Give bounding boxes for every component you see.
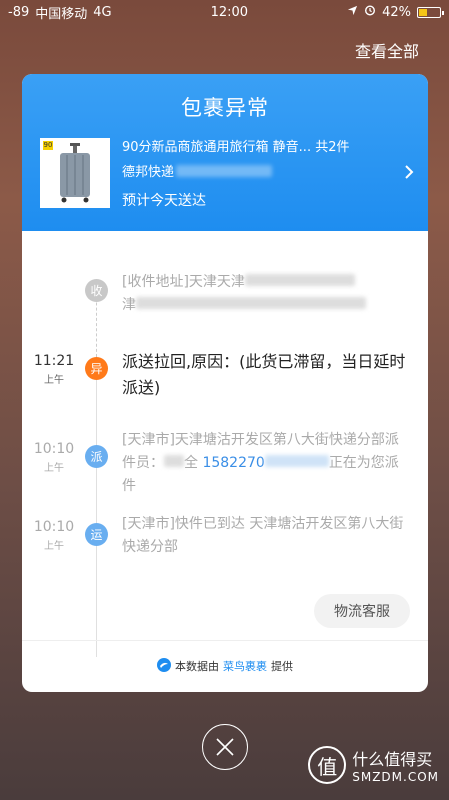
product-thumbnail: 90: [40, 138, 110, 208]
cainiao-logo-icon: [157, 657, 171, 675]
battery-icon: [416, 6, 444, 18]
footer-prefix: 本数据由: [175, 660, 219, 673]
courier-phone-link[interactable]: 1582270: [202, 455, 264, 471]
view-all-link[interactable]: 查看全部: [355, 38, 419, 62]
exception-text: 派送拉回,原因：(此货已滞留，当日延时派送): [122, 352, 406, 397]
watermark-title: 什么值得买: [352, 750, 433, 769]
tracking-number-redacted: [176, 164, 273, 177]
exception-icon: 异: [85, 357, 108, 380]
carrier-name: 中国移动: [35, 6, 88, 22]
close-icon: [216, 738, 234, 756]
close-button[interactable]: [202, 724, 248, 770]
event-ampm: 上午: [44, 375, 64, 386]
tracking-timeline: 收 [收件地址]天津天津 津 11:21 上午 异 派送拉回,原因：(此货已滞留…: [22, 231, 428, 657]
thumb-tag: 90: [43, 141, 53, 150]
logistics-service-button[interactable]: 物流客服: [314, 594, 410, 628]
event-time: 11:21: [33, 353, 75, 369]
address-text: [收件地址]天津天津 津: [122, 271, 406, 317]
signal-strength: -89: [8, 4, 30, 20]
suitcase-icon: [60, 143, 90, 203]
card-header[interactable]: 包裹异常 90 90分新品商旅通用旅行箱 静音... 共2件 德邦快递 预计今天…: [22, 74, 428, 231]
network-type: 4G: [93, 4, 112, 20]
package-exception-card: 包裹异常 90 90分新品商旅通用旅行箱 静音... 共2件 德邦快递 预计今天…: [22, 74, 428, 692]
delivering-text: [天津市]天津塘沽开发区第八大街快递分部派件员：全 1582270 正在为您派件: [122, 432, 399, 494]
data-source-footer: 本数据由 菜鸟裹裹 提供: [22, 640, 428, 692]
battery-percent: 42%: [382, 4, 411, 20]
watermark: 值 什么值得买 SMZDM.COM: [308, 746, 439, 784]
smzdm-logo-icon: 值: [308, 746, 347, 784]
timeline-line: [96, 357, 97, 657]
product-name: 90分新品商旅通用旅行箱 静音... 共2件: [122, 140, 350, 155]
cainiao-link[interactable]: 菜鸟裹裹: [223, 658, 267, 674]
watermark-subtitle: SMZDM.COM: [352, 770, 439, 784]
delivery-eta: 预计今天送达: [122, 193, 206, 209]
clock: 12:00: [210, 4, 249, 20]
location-icon: [347, 5, 358, 20]
transit-text: [天津市]快件已到达 天津塘沽开发区第八大街快递分部: [122, 516, 404, 555]
transit-icon: 运: [85, 523, 108, 546]
courier-name: 德邦快递: [122, 165, 175, 180]
chevron-right-icon[interactable]: [404, 164, 414, 184]
event-ampm: 上午: [44, 463, 64, 474]
footer-suffix: 提供: [271, 660, 293, 673]
map-pin-icon: 收: [85, 279, 108, 302]
status-bar: -89 中国移动 4G 12:00 42%: [0, 0, 449, 24]
event-time: 10:10: [33, 441, 75, 457]
alarm-icon: [364, 4, 376, 20]
event-time: 10:10: [33, 519, 75, 535]
event-ampm: 上午: [44, 541, 64, 552]
delivery-icon: 派: [85, 445, 108, 468]
card-title: 包裹异常: [181, 96, 269, 120]
